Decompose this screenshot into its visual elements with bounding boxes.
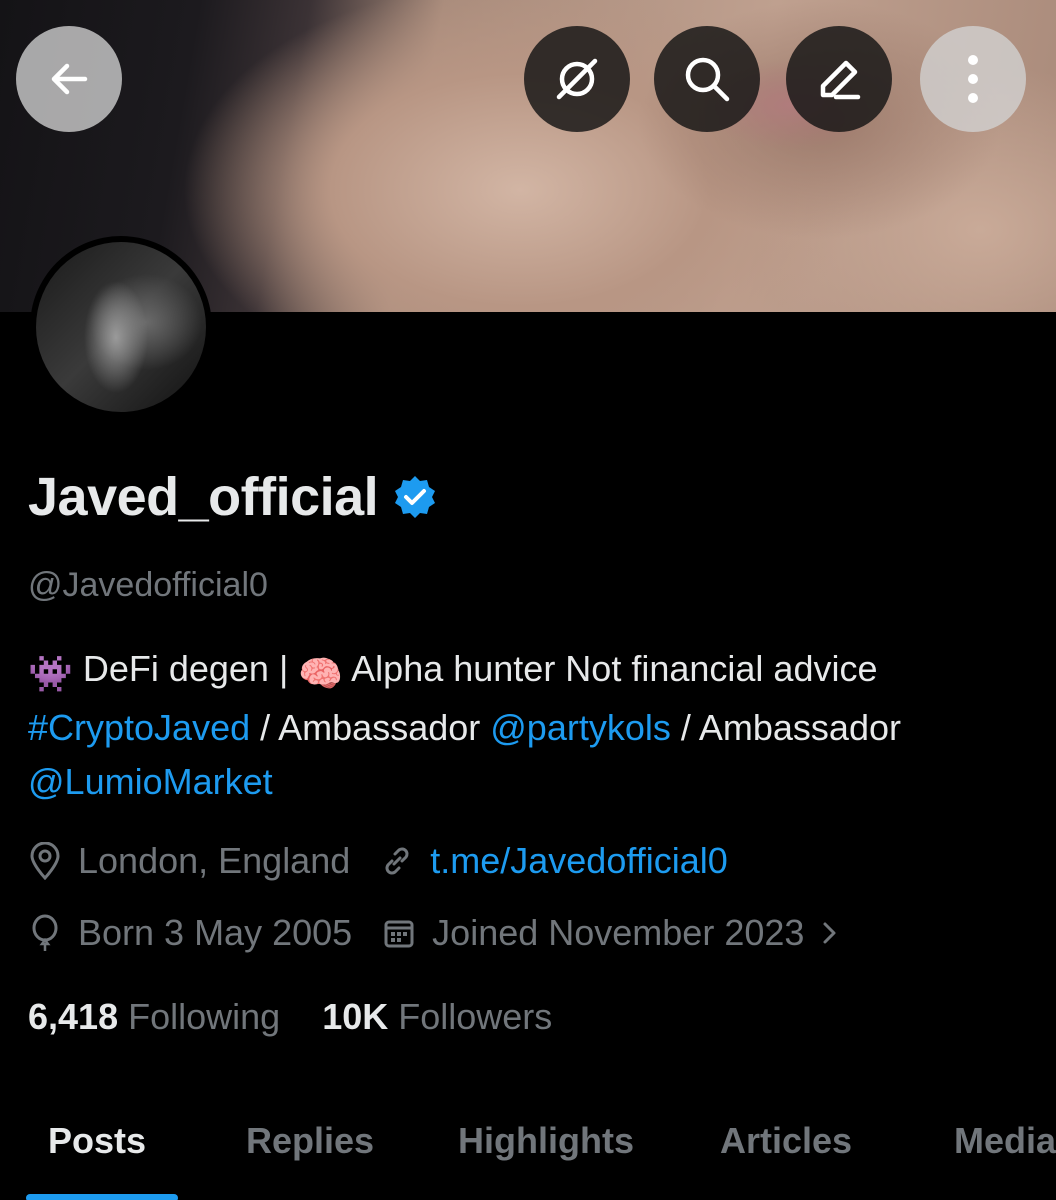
bio: 👾 DeFi degen | 🧠 Alpha hunter Not financ… <box>28 642 1018 809</box>
display-name-row: Javed_official <box>28 466 438 528</box>
tab-posts[interactable]: Posts <box>48 1120 146 1162</box>
location: London, England <box>28 840 350 882</box>
calendar-icon <box>384 920 414 948</box>
mention-link-partykols[interactable]: @partykols <box>490 707 671 748</box>
search-icon <box>685 57 730 102</box>
tab-articles[interactable]: Articles <box>720 1120 852 1162</box>
link-icon <box>385 847 409 875</box>
tab-highlights[interactable]: Highlights <box>458 1120 634 1162</box>
mention-link-lumiomarket[interactable]: @LumioMarket <box>28 761 273 802</box>
display-name: Javed_official <box>28 467 379 527</box>
brain-emoji: 🧠 <box>298 653 344 694</box>
followers-count: 10K <box>322 996 389 1037</box>
following-stat[interactable]: 6,418 Following <box>28 996 280 1038</box>
grok-icon <box>556 58 598 100</box>
edit-icon <box>820 60 861 100</box>
location-pin-icon <box>30 842 60 880</box>
followers-label: Followers <box>398 996 553 1037</box>
search-button[interactable] <box>654 26 760 132</box>
joined[interactable]: Joined November 2023 <box>382 912 804 954</box>
birthday-text: Born 3 May 2005 <box>78 912 353 953</box>
website[interactable]: t.me/Javedofficial0 <box>380 840 728 882</box>
handle: @Javedofficial0 <box>28 566 268 604</box>
more-button[interactable] <box>920 26 1026 132</box>
edit-button[interactable] <box>786 26 892 132</box>
active-tab-indicator <box>26 1194 178 1200</box>
profile-meta-row-1: London, England t.me/Javedofficial0 <box>28 840 758 882</box>
profile-meta-row-2: Born 3 May 2005 Joined November 2023 <box>28 912 842 954</box>
chevron-right-icon[interactable] <box>818 916 842 950</box>
balloon-icon <box>32 914 58 951</box>
tab-media[interactable]: Media <box>954 1120 1056 1162</box>
back-button[interactable] <box>16 26 122 132</box>
tab-replies[interactable]: Replies <box>246 1120 374 1162</box>
arrow-left-icon <box>51 63 88 95</box>
following-count: 6,418 <box>28 996 119 1037</box>
following-label: Following <box>128 996 281 1037</box>
birthday: Born 3 May 2005 <box>28 912 352 954</box>
grok-button[interactable] <box>524 26 630 132</box>
followers-stat[interactable]: 10K Followers <box>322 996 552 1038</box>
more-vertical-icon <box>968 55 978 103</box>
website-link[interactable]: t.me/Javedofficial0 <box>430 840 728 882</box>
profile-tabs: Posts Replies Highlights Articles Media <box>0 1120 1056 1200</box>
location-text: London, England <box>78 840 351 881</box>
avatar-image <box>36 242 206 412</box>
bio-text: / Ambassador <box>250 707 491 748</box>
follow-stats: 6,418 Following 10K Followers <box>28 996 552 1038</box>
verified-badge-icon <box>395 476 436 518</box>
alien-monster-emoji: 👾 <box>28 653 73 694</box>
hashtag-link[interactable]: #CryptoJaved <box>28 707 250 748</box>
avatar[interactable] <box>30 236 212 418</box>
bio-text: DeFi degen | <box>72 648 299 689</box>
bio-text: / Ambassador <box>670 707 901 748</box>
joined-text: Joined November 2023 <box>432 912 805 953</box>
bio-text: Alpha hunter Not financial advice <box>343 648 878 689</box>
